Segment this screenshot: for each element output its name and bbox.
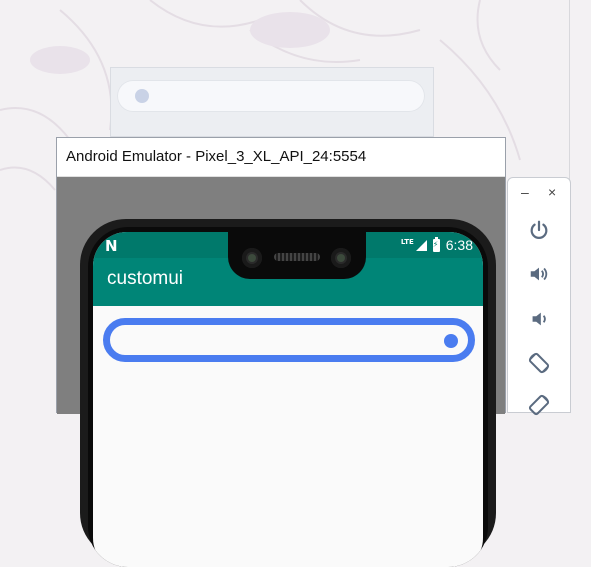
volume-down-icon bbox=[532, 312, 546, 326]
close-button[interactable]: × bbox=[548, 184, 556, 200]
minimize-button[interactable]: – bbox=[521, 184, 529, 200]
volume-up-button[interactable] bbox=[525, 260, 553, 288]
rotate-left-button[interactable] bbox=[525, 349, 553, 377]
background-window[interactable] bbox=[110, 67, 434, 137]
rotate-right-icon bbox=[528, 394, 550, 416]
custom-switch[interactable] bbox=[103, 318, 475, 362]
switch-knob[interactable] bbox=[444, 334, 458, 348]
app-title: customui bbox=[107, 268, 184, 289]
emulator-display: N LTE 6:38 customui bbox=[57, 177, 505, 567]
emulator-window[interactable]: Android Emulator - Pixel_3_XL_API_24:555… bbox=[56, 137, 506, 567]
status-icons: LTE 6:38 bbox=[401, 236, 473, 254]
emulator-toolbar: – × bbox=[507, 177, 571, 416]
background-switch[interactable] bbox=[117, 80, 425, 112]
emulator-titlebar[interactable]: Android Emulator - Pixel_3_XL_API_24:555… bbox=[57, 138, 505, 177]
rotate-right-button[interactable] bbox=[525, 391, 553, 419]
power-icon bbox=[530, 220, 548, 239]
front-camera-right-icon bbox=[331, 248, 351, 268]
front-camera-left-icon bbox=[242, 248, 262, 268]
volume-down-button[interactable] bbox=[525, 305, 553, 333]
status-time: 6:38 bbox=[445, 237, 473, 253]
phone-bezel: N LTE 6:38 customui bbox=[88, 227, 488, 567]
display-notch bbox=[228, 232, 366, 279]
lte-label: LTE bbox=[400, 238, 414, 246]
volume-up-icon bbox=[530, 267, 548, 281]
emulator-title: Android Emulator - Pixel_3_XL_API_24:555… bbox=[66, 148, 367, 165]
notification-n-icon: N bbox=[105, 237, 118, 255]
battery-charging-icon bbox=[432, 236, 440, 252]
signal-icon bbox=[415, 239, 427, 251]
power-button[interactable] bbox=[525, 216, 553, 244]
phone-screen[interactable]: N LTE 6:38 customui bbox=[93, 232, 483, 567]
phone-frame: N LTE 6:38 customui bbox=[80, 219, 496, 567]
earpiece-speaker bbox=[274, 253, 320, 261]
rotate-left-icon bbox=[528, 352, 550, 374]
background-switch-knob bbox=[135, 89, 149, 103]
